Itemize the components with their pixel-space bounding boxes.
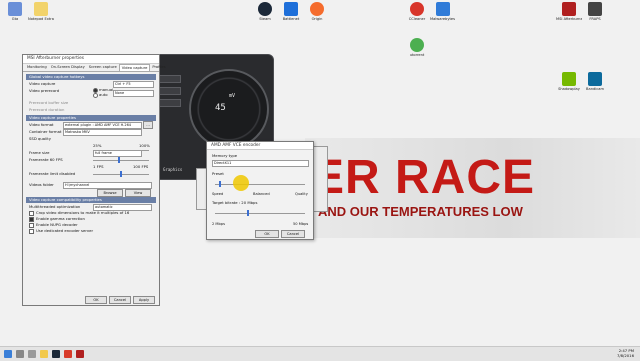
ok-button[interactable]: OK (85, 296, 107, 304)
battlenet-icon (284, 2, 298, 16)
bitrate-min-label: 2 Mbps (212, 222, 225, 226)
wallpaper-title: ER RACE (312, 151, 536, 204)
afterburner-icon (562, 2, 576, 16)
properties-tabs: Monitoring On-Screen Display Screen capt… (23, 64, 166, 72)
bitrate-slider[interactable] (247, 210, 249, 216)
memory-slider[interactable] (159, 87, 181, 95)
video-capture-row: Video capture Ctrl + F5 (23, 80, 159, 88)
framerate-range-row: 1 FPS 100 FPS (93, 164, 149, 169)
wallpaper-subtitle: AND OUR TEMPERATURES LOW (318, 204, 523, 219)
limit-row: Framerate limit disabled (23, 170, 159, 177)
frame-size-row: Frame size full frame (23, 149, 159, 157)
graphics-label: Graphics (163, 167, 183, 172)
preset-speed-label: Speed (212, 192, 224, 196)
prerecord-duration-row: Prerecord duration (29, 107, 65, 112)
clock-slider[interactable] (159, 75, 181, 83)
origin-icon (310, 2, 324, 16)
encoder-cancel-button[interactable]: Cancel (281, 230, 305, 238)
encoder-dialog: AMD AMF VCE encoder Memory type DirectX1… (206, 141, 314, 240)
prerecord-buffer-row: Prerecord buffer size (29, 100, 69, 105)
task-view-icon[interactable] (28, 350, 36, 358)
container-row: Container format Matroska MKV (23, 128, 159, 136)
voltage-unit: mV (229, 93, 236, 99)
folder-icon (34, 2, 48, 16)
desktop-icon-fraps[interactable]: FRAPS (582, 2, 608, 21)
tab-screen-capture[interactable]: Screen capture (87, 64, 119, 71)
preset-label: Preset (212, 171, 224, 176)
utorrent-icon (410, 38, 424, 52)
chrome-icon[interactable] (64, 350, 72, 358)
search-icon[interactable] (16, 350, 24, 358)
desktop-icon-origin[interactable]: Origin (304, 2, 330, 21)
framerate-limit-slider[interactable] (120, 171, 122, 177)
prerecord-row: Video prerecord manual auto None (23, 87, 159, 99)
quality-row: SSD quality (29, 136, 51, 141)
bitrate-max-label: 50 Mbps (293, 222, 309, 226)
cancel-button[interactable]: Cancel (109, 296, 131, 304)
prerecord-label: Video prerecord (29, 88, 60, 93)
ccleaner-icon (410, 2, 424, 16)
encoder-title: AMD AMF VCE encoder (207, 142, 313, 150)
properties-title: MSI Afterburner properties (23, 55, 159, 64)
video-capture-label: Video capture (29, 81, 56, 86)
clock[interactable]: 2:47 PM 7/8/2016 (617, 348, 634, 358)
mouse-cursor-highlight (233, 175, 249, 191)
gta-icon (8, 2, 22, 16)
steam-taskbar-icon[interactable] (52, 350, 60, 358)
radio-auto[interactable]: auto (93, 92, 108, 98)
desktop-icon-ccleaner[interactable]: CCleaner (404, 2, 430, 21)
desktop-icon-utorrent[interactable]: utorrent (404, 38, 430, 57)
bitrate-label: Target bitrate : 20 Mbps (212, 200, 258, 205)
fan-slider[interactable] (159, 99, 181, 107)
view-button[interactable]: View (125, 189, 151, 197)
desktop-icon-gta[interactable]: Gta (2, 2, 28, 21)
properties-window: MSI Afterburner properties Monitoring On… (22, 54, 166, 306)
preset-quality-label: Quality (295, 192, 308, 196)
tab-video-capture[interactable]: Video capture (118, 64, 151, 71)
desktop-icon-afterburner[interactable]: MSI Afterburner (556, 2, 582, 21)
tab-profiles[interactable]: Profiles (150, 64, 167, 71)
tab-monitoring[interactable]: Monitoring (25, 64, 49, 71)
video-format-row: Video format external plugin : AMD AMF V… (23, 121, 159, 129)
prerecord-hotkey-field[interactable]: None (113, 90, 154, 97)
desktop-icon-bandicam[interactable]: Bandicam (582, 72, 608, 91)
desktop-icon-notepad[interactable]: Notepad Extra (28, 2, 54, 21)
opt-encoder-server[interactable]: Use dedicated encoder server (23, 228, 159, 234)
framerate-row: Framerate 60 FPS (23, 156, 159, 163)
apply-button[interactable]: Apply (133, 296, 155, 304)
malwarebytes-icon (436, 2, 450, 16)
desktop-icon-shadowplay[interactable]: Shadowplay (556, 72, 582, 91)
explorer-icon[interactable] (40, 350, 48, 358)
taskbar: 2:47 PM 7/8/2016 (0, 346, 640, 361)
desktop-icon-steam[interactable]: Steam (252, 2, 278, 21)
desktop-icon-battlenet[interactable]: Battlenet (278, 2, 304, 21)
encoder-ok-button[interactable]: OK (255, 230, 279, 238)
tab-osd[interactable]: On-Screen Display (49, 64, 87, 71)
quality-slider-row: 25% 100% (23, 142, 159, 151)
afterburner-taskbar-icon[interactable] (76, 350, 84, 358)
folder-buttons-row: Browse View (23, 188, 159, 197)
memory-type-select[interactable]: DirectX11 (212, 160, 309, 167)
shadowplay-icon (562, 72, 576, 86)
memory-type-label: Memory type (212, 153, 238, 158)
multithreaded-row: Multithreaded optimization automatic (23, 203, 159, 211)
steam-icon (258, 2, 272, 16)
start-icon[interactable] (4, 350, 12, 358)
bandicam-icon (588, 72, 602, 86)
preset-slider[interactable] (219, 181, 221, 187)
desktop-icon-malwarebytes[interactable]: Malwarebytes Anti-Malware (430, 2, 456, 21)
fraps-icon (588, 2, 602, 16)
preset-balanced-label: Balanced (253, 192, 270, 196)
temperature-readout: 45 (215, 103, 226, 113)
folder-row: Videos folder H:\mychannel (23, 181, 159, 189)
voltage-gauge (189, 69, 269, 149)
browse-button[interactable]: Browse (97, 189, 123, 197)
